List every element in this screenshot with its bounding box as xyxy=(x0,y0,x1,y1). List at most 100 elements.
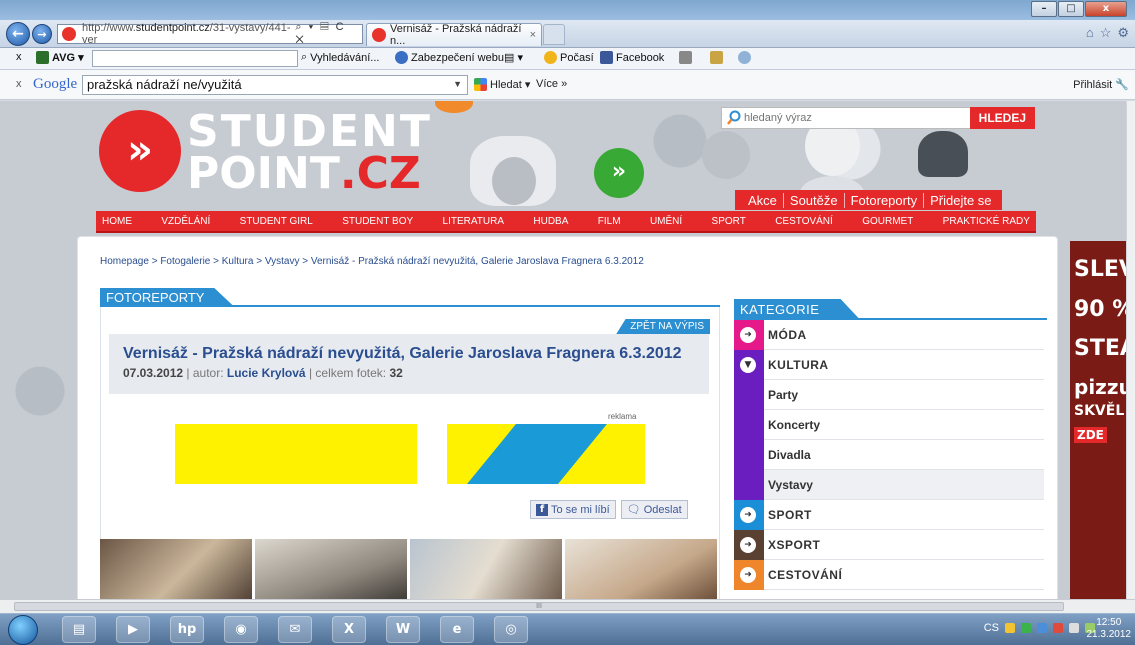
ad-cta-button[interactable]: ZDE xyxy=(1074,427,1107,443)
category-item-divadla[interactable]: Divadla xyxy=(734,439,1044,470)
tray-icon[interactable] xyxy=(1053,623,1063,633)
security-button[interactable]: Zabezpečení webu xyxy=(395,51,504,64)
volume-icon[interactable] xyxy=(1069,623,1079,633)
address-tools[interactable]: ⌕ ▾ ▤ C ✕ xyxy=(295,21,362,47)
login-button[interactable]: Přihlásit 🔧 xyxy=(1073,78,1129,91)
nav-item-hudba[interactable]: HUDBA xyxy=(533,216,568,227)
tray-icon[interactable] xyxy=(1021,623,1031,633)
back-to-list-link[interactable]: ZPĚT NA VÝPIS xyxy=(616,319,710,334)
media-player-icon[interactable]: ▶ xyxy=(116,616,150,643)
quicklink-fotoreporty[interactable]: Fotoreporty xyxy=(845,192,925,208)
pencil-icon[interactable] xyxy=(710,51,723,64)
mail-icon[interactable]: ✉ xyxy=(278,616,312,643)
new-tab-button[interactable] xyxy=(543,24,565,45)
google-search-button[interactable]: Hledat ▾ xyxy=(474,78,530,91)
facebook-button[interactable]: Facebook xyxy=(600,51,664,64)
google-search-input[interactable]: pražská nádraží ne/využitá ▼ xyxy=(82,75,468,95)
tray-icon[interactable] xyxy=(1005,623,1015,633)
photo-thumbnail[interactable] xyxy=(100,539,252,599)
excel-icon[interactable]: X xyxy=(332,616,366,643)
forward-button[interactable]: → xyxy=(32,24,52,44)
nav-item-film[interactable]: FILM xyxy=(598,216,621,227)
favorites-star-icon[interactable]: ☆ xyxy=(1100,25,1112,41)
send-button[interactable]: 🗨 Odeslat xyxy=(620,500,688,519)
close-window-button[interactable]: x xyxy=(1085,1,1127,17)
nav-item-prakticke-rady[interactable]: PRAKTICKÉ RADY xyxy=(943,216,1030,227)
internet-explorer-icon[interactable]: e xyxy=(440,616,474,643)
right-ad-banner[interactable]: SLEV 90 % STEA pizzu SKVĚL ZDE xyxy=(1070,241,1126,599)
weather-button[interactable]: Počasí xyxy=(544,51,594,64)
site-search-input[interactable] xyxy=(744,112,970,124)
category-item-vystavy[interactable]: Vystavy xyxy=(734,469,1044,500)
firefox-icon[interactable]: ◉ xyxy=(224,616,258,643)
favorites-bar: x AVG ▾ ⌕ Vyhledávání... Zabezpečení webu… xyxy=(0,48,1135,70)
facebook-icon xyxy=(600,51,613,64)
category-item-moda[interactable]: ➜ MÓDA xyxy=(734,319,1044,350)
category-item-xsport[interactable]: ➜ XSPORT xyxy=(734,529,1044,560)
magnifier-icon[interactable] xyxy=(738,51,751,64)
minimize-button[interactable]: – xyxy=(1031,1,1057,17)
search-submit-button[interactable]: HLEDEJ xyxy=(969,107,1035,129)
photo-thumbnail[interactable] xyxy=(255,539,407,599)
clock-date: 21.3.2012 xyxy=(1086,629,1132,640)
start-button[interactable] xyxy=(8,615,38,645)
back-button[interactable]: ← xyxy=(6,22,30,46)
maximize-button[interactable]: □ xyxy=(1058,1,1084,17)
nav-item-gourmet[interactable]: GOURMET xyxy=(862,216,913,227)
main-navigation: HOME VZDĚLÁNÍ STUDENT GIRL STUDENT BOY L… xyxy=(96,211,1036,233)
arrow-right-icon: ➜ xyxy=(740,506,756,523)
hp-icon[interactable]: hp xyxy=(170,616,204,643)
category-item-kultura[interactable]: ▼ KULTURA xyxy=(734,349,1044,380)
quicklink-akce[interactable]: Akce xyxy=(742,192,784,208)
home-icon[interactable]: ⌂ xyxy=(1086,25,1094,41)
gbar-close-icon[interactable]: x xyxy=(16,78,22,90)
photo-thumbnail[interactable] xyxy=(410,539,562,599)
nav-item-cestovani[interactable]: CESTOVÁNÍ xyxy=(775,216,833,227)
nav-item-student-boy[interactable]: STUDENT BOY xyxy=(342,216,413,227)
app-icon[interactable]: ◎ xyxy=(494,616,528,643)
favbar-close-icon[interactable]: x xyxy=(16,51,22,63)
browser-tab[interactable]: Vernisáž - Pražská nádraží n... × xyxy=(366,23,542,47)
facebook-like-button[interactable]: f To se mi líbí xyxy=(530,500,616,519)
category-item-koncerty[interactable]: Koncerty xyxy=(734,409,1044,440)
word-icon[interactable]: W xyxy=(386,616,420,643)
nav-item-umeni[interactable]: UMĚNÍ xyxy=(650,216,682,227)
page-viewport: » » STUDENT POINT.CZ HLEDEJ Akce Soutěže… xyxy=(0,101,1126,599)
menu-dropdown[interactable]: ▤ ▾ xyxy=(504,51,523,64)
ad-text: pizzu xyxy=(1074,375,1126,399)
category-item-cestovani[interactable]: ➜ CESTOVÁNÍ xyxy=(734,559,1044,590)
window-titlebar: – □ x xyxy=(0,0,1135,20)
nav-item-vzdelani[interactable]: VZDĚLÁNÍ xyxy=(161,216,210,227)
scroll-thumb[interactable]: III xyxy=(14,602,1064,611)
nav-item-student-girl[interactable]: STUDENT GIRL xyxy=(240,216,313,227)
chevron-down-icon[interactable]: ▼ xyxy=(453,79,462,89)
breadcrumb[interactable]: Homepage > Fotogalerie > Kultura > Vysta… xyxy=(100,256,644,267)
search-button[interactable]: ⌕ Vyhledávání... xyxy=(301,51,379,64)
tray-icon[interactable] xyxy=(1037,623,1047,633)
explorer-icon[interactable]: ▤ xyxy=(62,616,96,643)
nav-item-literatura[interactable]: LITERATURA xyxy=(443,216,505,227)
language-indicator[interactable]: CS xyxy=(984,622,999,634)
photo-thumbnail[interactable] xyxy=(565,539,717,599)
article: ZPĚT NA VÝPIS Vernisáž - Pražská nádraží… xyxy=(100,307,720,599)
avg-toolbar-button[interactable]: AVG ▾ xyxy=(36,51,84,64)
notes-icon[interactable] xyxy=(679,51,692,64)
nav-item-home[interactable]: HOME xyxy=(102,216,132,227)
author-link[interactable]: Lucie Krylová xyxy=(227,366,306,380)
more-button[interactable]: Více » xyxy=(536,78,567,90)
category-item-sport[interactable]: ➜ SPORT xyxy=(734,499,1044,530)
tab-close-icon[interactable]: × xyxy=(530,29,536,41)
quicklink-souteze[interactable]: Soutěže xyxy=(784,192,845,208)
horizontal-scrollbar[interactable]: III xyxy=(0,599,1135,613)
clock[interactable]: 12:50 21.3.2012 xyxy=(1087,617,1132,641)
site-favicon-icon xyxy=(62,27,76,41)
quicklink-pridejte-se[interactable]: Přidejte se xyxy=(924,193,1001,208)
settings-gear-icon[interactable]: ⚙ xyxy=(1117,25,1129,41)
address-bar[interactable]: http://www.studentpoint.cz/31-vystavy/44… xyxy=(57,21,363,47)
ad-banner[interactable] xyxy=(175,424,645,484)
arrow-down-icon: ▼ xyxy=(740,356,756,373)
vertical-scrollbar[interactable] xyxy=(1126,101,1135,599)
category-item-party[interactable]: Party xyxy=(734,379,1044,410)
nav-item-sport[interactable]: SPORT xyxy=(712,216,746,227)
avg-search-input[interactable] xyxy=(92,50,298,67)
